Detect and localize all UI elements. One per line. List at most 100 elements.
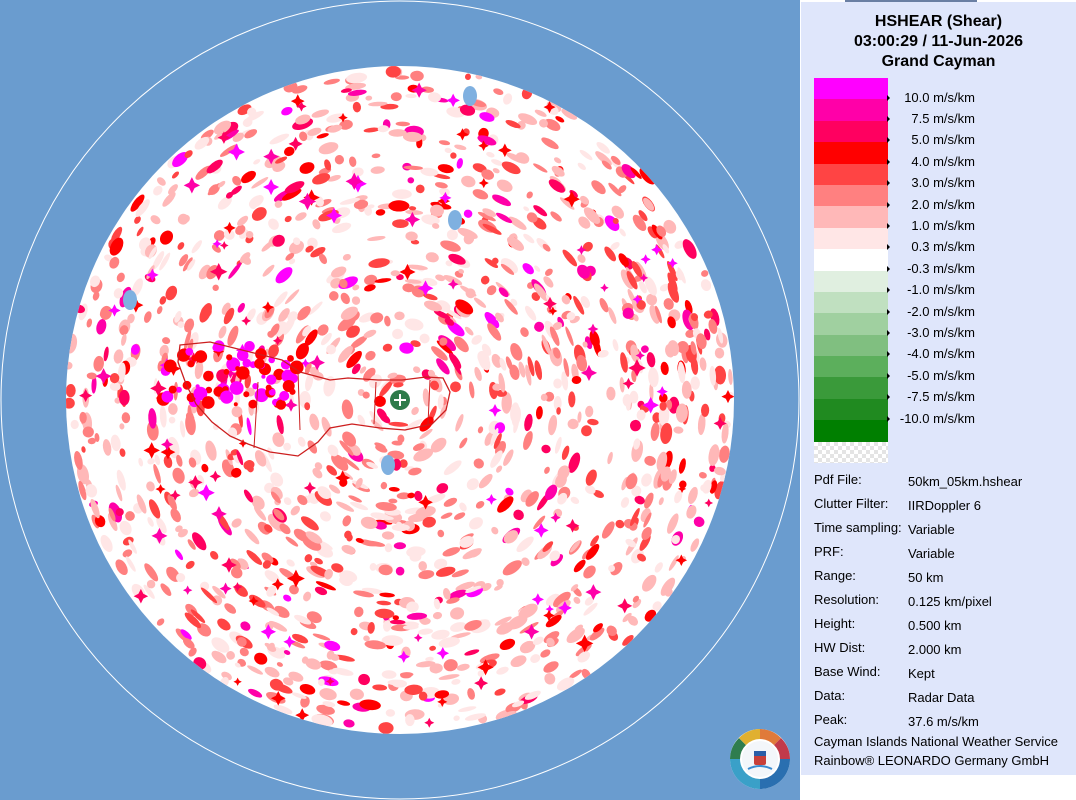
legend-tick-icon xyxy=(887,158,890,165)
legend-label-text: -5.0 m/s/km xyxy=(907,367,975,383)
radar-site-plus-icon xyxy=(390,390,410,410)
legend-swatch xyxy=(814,334,888,357)
legend-swatch xyxy=(814,249,888,271)
site-name: Grand Cayman xyxy=(881,53,996,70)
legend-tick-icon xyxy=(887,415,890,422)
info-value: Kept xyxy=(908,666,935,681)
info-key: HW Dist: xyxy=(814,640,866,655)
info-key: Peak: xyxy=(814,712,848,727)
legend-label-text: -2.0 m/s/km xyxy=(907,303,975,319)
info-value: 50km_05km.hshear xyxy=(908,474,1023,489)
footer-organization: Cayman Islands National Weather Service xyxy=(814,734,1058,749)
info-key: Pdf File: xyxy=(814,472,862,487)
echo-cluster xyxy=(254,358,265,370)
legend-tick-icon xyxy=(887,180,890,187)
legend-tick-icon xyxy=(887,351,890,358)
echo-blob xyxy=(395,521,403,530)
legend-swatch xyxy=(814,420,888,442)
echo-blob xyxy=(393,542,406,550)
info-value: 2.000 km xyxy=(908,642,962,657)
info-key: Range: xyxy=(814,568,856,583)
legend-label-text: 7.5 m/s/km xyxy=(911,110,975,126)
legend-swatch xyxy=(814,120,888,143)
info-value: Variable xyxy=(908,522,955,537)
info-value: 37.6 m/s/km xyxy=(908,714,979,729)
legend-tick-icon xyxy=(887,287,890,294)
legend-swatch xyxy=(814,291,888,314)
legend-tick-icon xyxy=(887,265,890,272)
no-data-swatch xyxy=(814,442,888,463)
legend-label: -3.0 m/s/km xyxy=(887,325,975,340)
legend-label: 5.0 m/s/km xyxy=(887,133,975,148)
legend-label-text: -1.0 m/s/km xyxy=(907,282,975,298)
echo-cluster xyxy=(243,391,250,398)
legend-tick-icon xyxy=(887,115,890,122)
echo-cluster xyxy=(279,390,290,401)
legend-tick-icon xyxy=(887,308,890,315)
echo-blob xyxy=(394,311,405,321)
echo-cluster xyxy=(191,355,198,362)
info-value: IIRDoppler 6 xyxy=(908,498,981,513)
legend-label: -2.0 m/s/km xyxy=(887,304,975,319)
legend-label: 2.0 m/s/km xyxy=(887,197,975,212)
echo-blob xyxy=(392,679,407,688)
legend-label-text: 4.0 m/s/km xyxy=(911,153,975,169)
legend-swatch xyxy=(814,99,888,121)
echo-blob xyxy=(395,566,405,576)
legend-label: 7.5 m/s/km xyxy=(887,111,975,126)
legend-label-text: 5.0 m/s/km xyxy=(911,132,975,148)
legend-swatch xyxy=(814,227,888,250)
legend-tick-icon xyxy=(887,394,890,401)
info-value: Radar Data xyxy=(908,690,975,705)
echo-blob xyxy=(568,391,576,408)
echo-cluster xyxy=(163,359,177,373)
legend-label-text: 2.0 m/s/km xyxy=(911,196,975,212)
legend-swatch xyxy=(814,184,888,207)
echo-cluster xyxy=(220,390,234,404)
legend-label: -5.0 m/s/km xyxy=(887,368,975,383)
product-title: HSHEAR (Shear) xyxy=(874,13,1003,30)
legend-label-text: 3.0 m/s/km xyxy=(911,175,975,191)
footer-vendor: Rainbow® LEONARDO Germany GmbH xyxy=(814,753,1049,768)
info-value: 0.500 km xyxy=(908,618,962,633)
echo-cluster xyxy=(282,380,295,392)
info-key: Time sampling: xyxy=(814,520,902,535)
info-value: 0.125 km/pixel xyxy=(908,594,992,609)
echo-cluster xyxy=(266,374,277,385)
legend-label-text: 0.3 m/s/km xyxy=(911,239,975,255)
echo-cluster xyxy=(233,402,238,407)
legend-label: -10.0 m/s/km xyxy=(887,411,975,426)
legend-swatch xyxy=(814,377,888,399)
legend-label-text: -3.0 m/s/km xyxy=(907,324,975,340)
legend-swatch xyxy=(814,270,888,292)
echo-cluster xyxy=(201,396,215,409)
echo-cluster xyxy=(212,344,220,352)
echo-cluster xyxy=(168,385,177,394)
legend-tick-icon xyxy=(887,329,890,336)
echo-gap xyxy=(123,290,137,310)
legend-label: 1.0 m/s/km xyxy=(887,218,975,233)
legend-label-text: -0.3 m/s/km xyxy=(907,260,975,276)
info-value: 50 km xyxy=(908,570,944,585)
echo-cluster xyxy=(175,386,182,393)
echo-cluster xyxy=(229,381,244,395)
legend-swatch xyxy=(814,356,888,378)
echo-cluster xyxy=(248,399,258,409)
radar-map[interactable] xyxy=(0,0,800,800)
legend-label: -0.3 m/s/km xyxy=(887,261,975,276)
legend-tick-icon xyxy=(887,372,890,379)
legend-label: -1.0 m/s/km xyxy=(887,283,975,298)
echo-cluster xyxy=(226,354,233,361)
echo-cluster xyxy=(235,366,240,371)
echo-cluster xyxy=(187,360,195,368)
legend-swatch xyxy=(814,313,888,335)
legend-tick-icon xyxy=(887,137,890,144)
info-key: Clutter Filter: xyxy=(814,496,889,511)
legend-label: 0.3 m/s/km xyxy=(887,240,975,255)
cayman-weather-service-logo-icon xyxy=(730,729,790,789)
legend-label-text: -10.0 m/s/km xyxy=(899,410,975,426)
product-datetime: 03:00:29 / 11-Jun-2026 xyxy=(854,33,1023,50)
legend-tick-icon xyxy=(887,222,890,229)
legend-label: 10.0 m/s/km xyxy=(887,90,975,105)
legend-label: -4.0 m/s/km xyxy=(887,347,975,362)
